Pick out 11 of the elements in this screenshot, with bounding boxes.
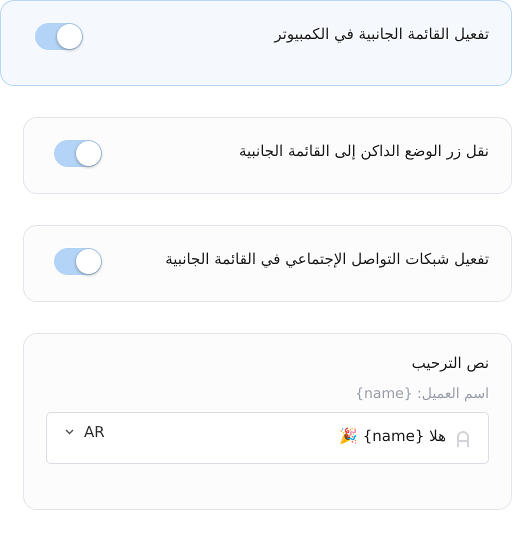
- setting-label: نقل زر الوضع الداكن إلى القائمة الجانبية: [238, 142, 489, 160]
- setting-label: تفعيل القائمة الجانبية في الكمبيوتر: [274, 25, 489, 43]
- toggle-switch[interactable]: [35, 23, 83, 50]
- toggle-switch[interactable]: [54, 248, 102, 275]
- hint-text: اسم العميل: {name}: [354, 386, 489, 402]
- setting-label: تفعيل شبكات التواصل الإجتماعي في القائمة الجانبية: [165, 250, 489, 268]
- toggle-switch[interactable]: [54, 140, 102, 167]
- welcome-title: نص الترحيب: [410, 354, 489, 372]
- language-dropdown[interactable]: AR: [65, 423, 105, 441]
- letter-icon: [456, 431, 470, 447]
- chevron-icon: [65, 429, 74, 435]
